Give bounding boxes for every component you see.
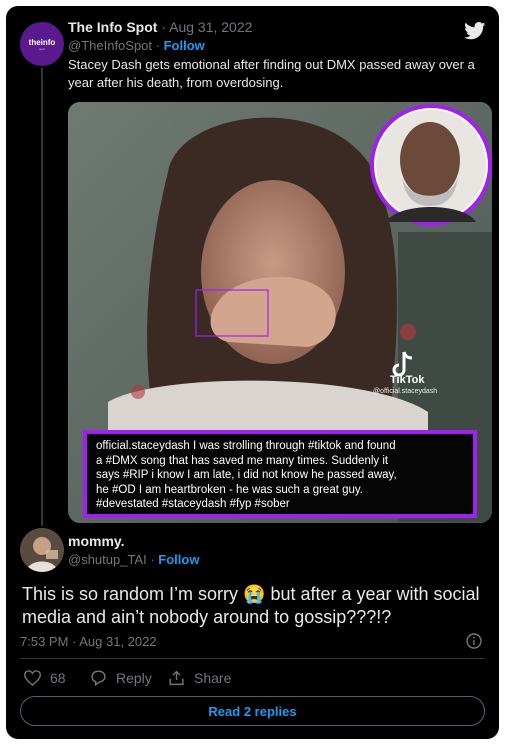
twitter-bird-icon[interactable]	[464, 22, 486, 40]
original-display-name[interactable]: The Info Spot	[68, 19, 157, 35]
avatar-image	[20, 528, 64, 572]
read-replies-button[interactable]: Read 2 replies	[20, 696, 485, 726]
reply-display-name[interactable]: mommy.	[68, 533, 125, 549]
tiktok-handle: @official.staceydash	[373, 388, 438, 395]
reply-handle[interactable]: @shutup_TAI	[68, 552, 147, 567]
caption-line: he #OD I am heartbroken - he was such a …	[96, 483, 363, 496]
share-label: Share	[194, 670, 232, 686]
reply-handle-row: @shutup_TAI · Follow	[68, 552, 199, 567]
follow-theinfospot-button[interactable]: Follow	[164, 38, 205, 53]
caption-line: says #RIP i know I am late, i did not kn…	[96, 469, 397, 481]
reply-tweet-text: This is so random I’m sorry 😭 but after …	[22, 584, 480, 627]
reply-timestamp[interactable]: 7:53 PM · Aug 31, 2022	[20, 634, 157, 649]
reply-label: Reply	[116, 670, 152, 686]
original-handle-row: @TheInfoSpot · Follow	[68, 38, 205, 53]
caption-line: #devestated #staceydash #fyp #sober	[96, 498, 290, 510]
avatar-logo-text: theinfo	[28, 37, 56, 47]
info-icon[interactable]	[466, 633, 482, 649]
dot-separator: ·	[161, 19, 170, 35]
reply-action[interactable]: Reply	[90, 670, 152, 686]
heart-icon	[24, 670, 41, 686]
thread-line	[41, 68, 43, 526]
like-action[interactable]: 68	[24, 670, 66, 686]
tiktok-label: TikTok	[390, 374, 425, 386]
avatar-logo-subtext: spot	[39, 46, 45, 51]
like-count: 68	[50, 670, 66, 686]
original-handle[interactable]: @TheInfoSpot	[68, 38, 152, 53]
divider	[20, 658, 485, 659]
tweet-embed-card: theinfo spot The Info Spot · Aug 31, 202…	[6, 6, 499, 739]
share-action[interactable]: Share	[168, 670, 231, 686]
dot-separator: ·	[155, 38, 164, 53]
caption-line: official.staceydash I was strolling thro…	[96, 440, 396, 452]
reply-author-avatar[interactable]	[20, 528, 64, 572]
follow-shutup-tai-button[interactable]: Follow	[158, 552, 199, 567]
tiktok-caption: official.staceydash I was strolling thro…	[96, 439, 471, 512]
share-icon	[169, 670, 184, 686]
caption-line: a #DMX song that has saved me many times…	[96, 454, 389, 467]
tweet-media-image[interactable]: TikTok @official.staceydash official.sta…	[68, 102, 492, 523]
original-author-row: The Info Spot · Aug 31, 2022	[68, 19, 252, 35]
read-replies-label: Read 2 replies	[208, 703, 297, 719]
reply-bubble-icon	[91, 670, 106, 686]
theinfospot-avatar[interactable]: theinfo spot	[20, 22, 64, 66]
original-tweet-text: Stacey Dash gets emotional after finding…	[68, 57, 475, 90]
original-date[interactable]: Aug 31, 2022	[169, 19, 252, 35]
